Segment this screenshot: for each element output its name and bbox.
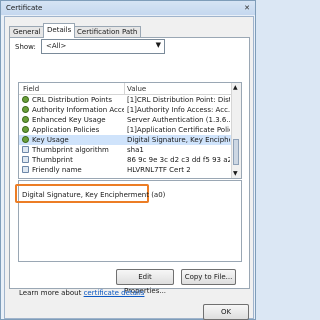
document-icon (22, 146, 29, 153)
field-value: HLVRNL7TF Cert 2 (127, 166, 191, 174)
list-row[interactable]: Key Usage Digital Signature, Key Encipher… (19, 135, 231, 145)
list-scrollbar[interactable]: ▲ ▼ (231, 83, 241, 178)
window-title: Certificate (6, 4, 43, 12)
field-value: [1]Application Certificate Polic... (127, 126, 230, 134)
tab-certification-path[interactable]: Certification Path (73, 26, 142, 37)
tab-details[interactable]: Details (43, 23, 76, 38)
field-value: [1]CRL Distribution Point: Distr... (127, 96, 230, 104)
list-row[interactable]: Thumbprint algorithm sha1 (19, 145, 231, 155)
field-value: Server Authentication (1.3.6.... (127, 116, 230, 124)
certificate-dialog: Certificate ✕ General Details Certificat… (0, 0, 256, 320)
field-value: 86 9c 9e 3c d2 c3 dd f5 93 a2 ... (127, 156, 230, 164)
field-name: Thumbprint (32, 156, 73, 164)
field-value: Digital Signature, Key Encipher... (127, 136, 230, 144)
certificate-extension-icon (22, 116, 29, 123)
list-row[interactable]: Thumbprint 86 9c 9e 3c d2 c3 dd f5 93 a2 … (19, 155, 231, 165)
field-detail-text: Digital Signature, Key Encipherment (a0) (22, 191, 166, 199)
list-row[interactable]: Enhanced Key Usage Server Authentication … (19, 115, 231, 125)
list-row[interactable]: CRL Distribution Points [1]CRL Distributi… (19, 95, 231, 105)
field-name: Application Policies (32, 126, 100, 134)
certificate-details-link[interactable]: certificate details (84, 289, 145, 297)
list-header: Field Value (19, 83, 231, 95)
show-dropdown[interactable]: <All> ▼ (41, 39, 165, 54)
list-row[interactable]: Application Policies [1]Application Certi… (19, 125, 231, 135)
show-dropdown-value: <All> (46, 42, 67, 50)
certificate-extension-icon (22, 136, 29, 143)
document-icon (22, 156, 29, 163)
column-divider[interactable] (124, 83, 125, 94)
close-icon[interactable]: ✕ (241, 3, 253, 13)
learn-more-text: Learn more about certificate details (19, 289, 144, 297)
certificate-extension-icon (22, 96, 29, 103)
title-bar[interactable]: Certificate ✕ (1, 1, 255, 15)
edit-properties-button[interactable]: Edit Properties... (116, 269, 174, 295)
copy-to-file-button[interactable]: Copy to File... (181, 269, 236, 285)
field-name: Authority Information Access (32, 106, 124, 114)
certificate-extension-icon (22, 106, 29, 113)
document-icon (22, 166, 29, 173)
field-list[interactable]: Field Value CRL Distribution Points [1]CR… (18, 82, 242, 179)
scroll-up-icon[interactable]: ▲ (233, 84, 238, 91)
learn-more-prefix: Learn more about (19, 289, 84, 297)
tab-general[interactable]: General (9, 26, 45, 37)
field-value: sha1 (127, 146, 144, 154)
dialog-client: General Details Certification Path Show:… (4, 16, 254, 320)
field-value: [1]Authority Info Access: Acc... (127, 106, 230, 114)
certificate-extension-icon (22, 126, 29, 133)
field-name: Enhanced Key Usage (32, 116, 106, 124)
scrollbar-thumb[interactable] (233, 139, 239, 165)
field-name: Key Usage (32, 136, 69, 144)
column-header-value[interactable]: Value (127, 85, 146, 93)
show-label: Show: (15, 43, 36, 51)
ok-button[interactable]: OK (203, 304, 249, 320)
chevron-down-icon: ▼ (155, 41, 161, 49)
list-row[interactable]: Friendly name HLVRNL7TF Cert 2 (19, 165, 231, 175)
field-name: Thumbprint algorithm (32, 146, 109, 154)
scroll-down-icon[interactable]: ▼ (233, 170, 238, 177)
column-header-field[interactable]: Field (23, 85, 39, 93)
field-name: CRL Distribution Points (32, 96, 112, 104)
list-row[interactable]: Authority Information Access [1]Authority… (19, 105, 231, 115)
field-name: Friendly name (32, 166, 82, 174)
